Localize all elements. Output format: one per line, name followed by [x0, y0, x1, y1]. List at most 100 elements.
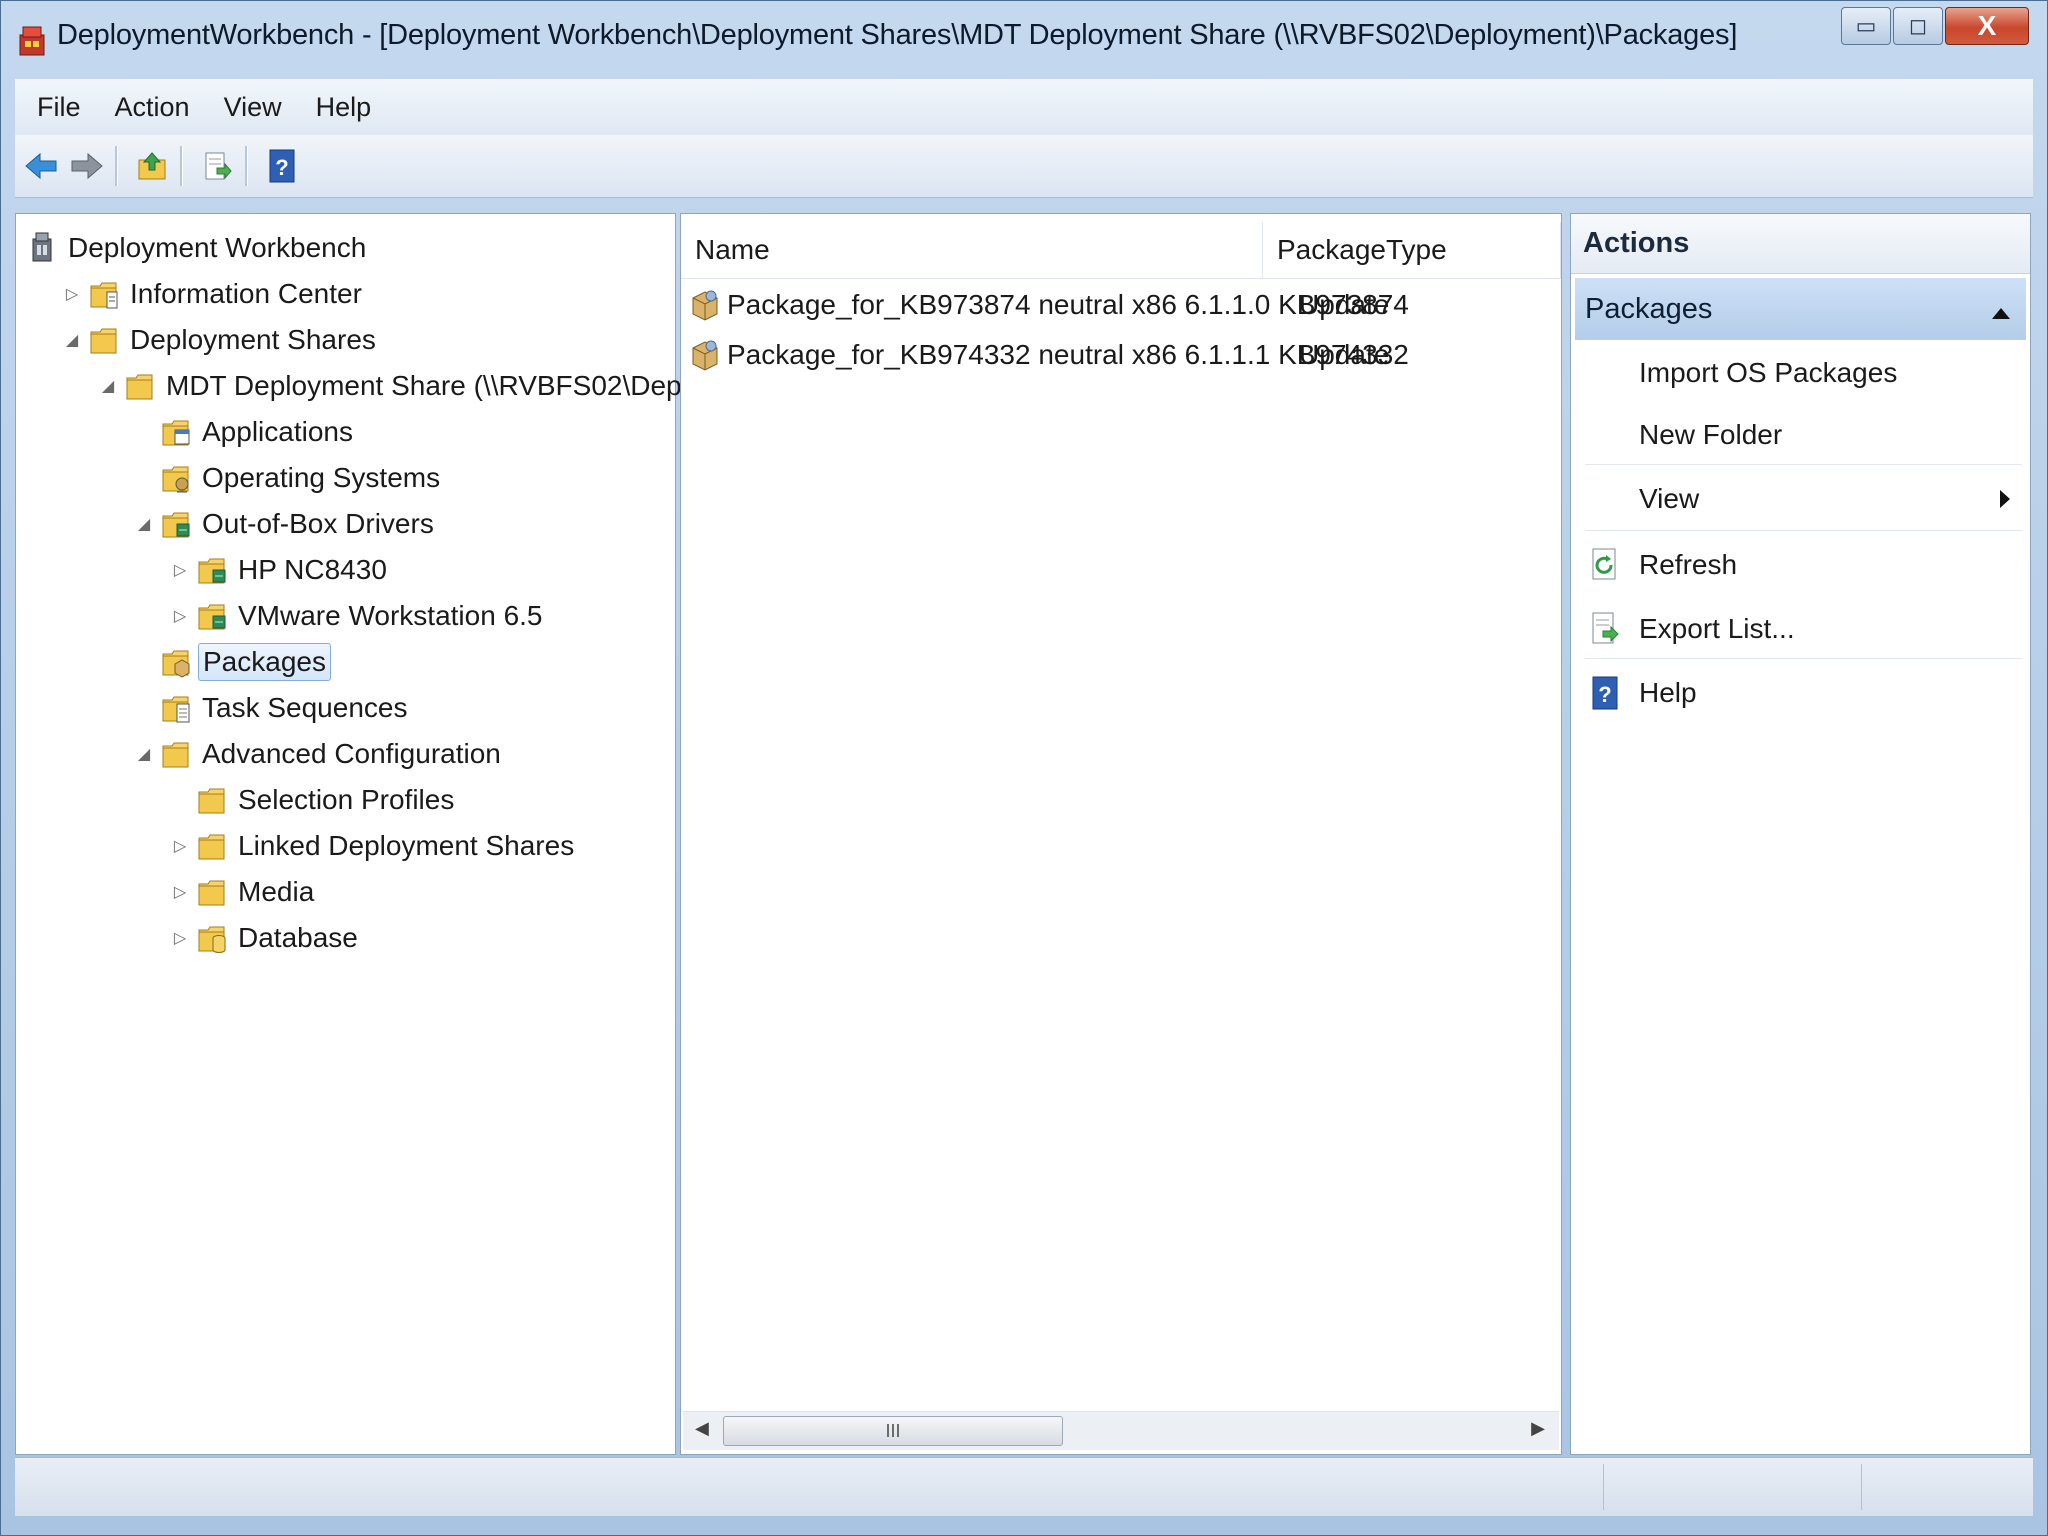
maximize-button[interactable]: ◻: [1893, 7, 1943, 45]
column-header-name[interactable]: Name: [681, 222, 1263, 278]
scroll-thumb[interactable]: III: [723, 1416, 1063, 1446]
expand-triangle-icon[interactable]: ▷: [170, 882, 190, 902]
actions-divider: [1585, 464, 2022, 465]
back-arrow-icon[interactable]: [21, 143, 61, 189]
scroll-left-arrow-icon[interactable]: ◀: [695, 1418, 709, 1439]
svg-text:?: ?: [1598, 682, 1611, 707]
scroll-right-arrow-icon[interactable]: ▶: [1531, 1418, 1545, 1439]
tree-item-packages[interactable]: Packages: [134, 640, 331, 684]
action-export-list[interactable]: Export List...: [1575, 600, 2026, 658]
tree-item-deployment-shares[interactable]: ◢ Deployment Shares: [62, 318, 380, 362]
expand-triangle-icon[interactable]: ▷: [170, 606, 190, 626]
workbench-icon: [26, 231, 58, 265]
tree-item-label: Database: [238, 922, 358, 953]
window-title: DeploymentWorkbench - [Deployment Workbe…: [57, 19, 1738, 51]
status-bar: [15, 1457, 2033, 1516]
expand-triangle-icon[interactable]: ▷: [170, 928, 190, 948]
menu-action[interactable]: Action: [113, 88, 192, 127]
export-list-icon[interactable]: [197, 143, 237, 189]
forward-arrow-icon[interactable]: [67, 143, 107, 189]
tree-item-advanced-configuration[interactable]: ◢ Advanced Configuration: [134, 732, 505, 776]
tree-item-applications[interactable]: Applications: [134, 410, 357, 454]
tree-item-media[interactable]: ▷ Media: [170, 870, 318, 914]
tree-item-label: Selection Profiles: [238, 784, 455, 815]
folder-icon: [196, 783, 228, 817]
actions-title: Actions: [1571, 214, 2030, 274]
actions-section-label: Packages: [1585, 292, 1713, 325]
action-label: Export List...: [1639, 613, 1795, 644]
actions-divider: [1585, 530, 2022, 531]
collapse-triangle-icon[interactable]: ◢: [98, 376, 118, 396]
folder-drivers-icon: [196, 553, 228, 587]
action-label: Help: [1639, 677, 1697, 708]
action-refresh[interactable]: Refresh: [1575, 536, 2026, 594]
close-button[interactable]: X: [1945, 7, 2029, 45]
up-folder-icon[interactable]: [132, 143, 172, 189]
collapse-triangle-icon[interactable]: ◢: [62, 330, 82, 350]
status-segment: [1603, 1464, 1604, 1510]
tree-item-operating-systems[interactable]: Operating Systems: [134, 456, 444, 500]
folder-info-icon: [88, 277, 120, 311]
navigation-tree-pane[interactable]: Deployment Workbench ▷ Information Center ◢…: [15, 213, 789, 1455]
table-row[interactable]: Package_for_KB974332 neutral x86 6.1.1.1…: [689, 332, 1409, 378]
menu-help[interactable]: Help: [314, 88, 374, 127]
folder-icon: [160, 737, 192, 771]
folder-tasks-icon: [160, 691, 192, 725]
action-import-os-packages[interactable]: Import OS Packages: [1575, 344, 2026, 402]
collapse-up-arrow-icon[interactable]: [1990, 296, 2012, 329]
folder-icon: [196, 875, 228, 909]
deployment-workbench-app-icon[interactable]: [17, 23, 47, 57]
folder-drivers-icon: [160, 507, 192, 541]
tree-item-out-of-box-drivers[interactable]: ◢ Out-of-Box Drivers: [134, 502, 438, 546]
title-bar[interactable]: DeploymentWorkbench - [Deployment Workbe…: [1, 1, 2047, 75]
folder-db-icon: [196, 921, 228, 955]
menu-file[interactable]: File: [35, 88, 83, 127]
help-icon: ?: [1585, 673, 1625, 713]
action-view[interactable]: View: [1575, 470, 2026, 528]
collapse-triangle-icon[interactable]: ◢: [134, 744, 154, 764]
results-list-pane[interactable]: Name PackageType Package_for_KB973874 ne…: [680, 213, 1562, 1455]
action-label: View: [1639, 483, 1700, 514]
folder-icon: [124, 369, 156, 403]
header-divider: [681, 278, 1561, 279]
actions-section-packages[interactable]: Packages: [1575, 278, 2026, 340]
refresh-icon: [1585, 545, 1625, 585]
action-label: Import OS Packages: [1639, 357, 1898, 388]
package-type-cell: Update: [1299, 289, 1390, 320]
tree-item-label: HP NC8430: [238, 554, 387, 585]
menu-view[interactable]: View: [222, 88, 284, 127]
tree-item-label: VMware Workstation 6.5: [238, 600, 543, 631]
collapse-triangle-icon[interactable]: ◢: [134, 514, 154, 534]
tree-item-label: Task Sequences: [202, 692, 408, 723]
actions-pane: Actions Packages Import OS Packages New …: [1570, 213, 2031, 1455]
folder-apps-icon: [160, 415, 192, 449]
tree-item-hp-nc8430[interactable]: ▷ HP NC8430: [170, 548, 391, 592]
package-name-cell: Package_for_KB974332 neutral x86 6.1.1.1…: [727, 339, 1409, 370]
toolbar-separator: [245, 146, 248, 186]
tree-item-deployment-workbench[interactable]: Deployment Workbench: [26, 226, 370, 270]
action-new-folder[interactable]: New Folder: [1575, 406, 2026, 464]
tree-item-selection-profiles[interactable]: Selection Profiles: [170, 778, 458, 822]
tree-item-label: Deployment Workbench: [68, 232, 367, 263]
tree-item-label: Media: [238, 876, 315, 907]
help-icon[interactable]: ?: [262, 143, 302, 189]
tree-item-label: Packages: [198, 643, 331, 681]
folder-os-icon: [160, 461, 192, 495]
expand-triangle-icon[interactable]: ▷: [170, 836, 190, 856]
table-row[interactable]: Package_for_KB973874 neutral x86 6.1.1.0…: [689, 282, 1409, 328]
tree-item-task-sequences[interactable]: Task Sequences: [134, 686, 411, 730]
minimize-button[interactable]: ▭: [1841, 7, 1891, 45]
tree-item-vmware-workstation-6-5[interactable]: ▷ VMware Workstation 6.5: [170, 594, 547, 638]
action-label: New Folder: [1639, 419, 1783, 450]
expand-triangle-icon[interactable]: ▷: [62, 284, 82, 304]
expand-triangle-icon[interactable]: ▷: [170, 560, 190, 580]
tree-item-linked-deployment-shares[interactable]: ▷ Linked Deployment Shares: [170, 824, 578, 868]
tree-item-label: Deployment Shares: [130, 324, 376, 355]
column-header-packagetype[interactable]: PackageType: [1263, 222, 1561, 278]
action-help[interactable]: ? Help: [1575, 664, 2026, 722]
folder-drivers-icon: [196, 599, 228, 633]
horizontal-scrollbar[interactable]: ◀ III ▶: [683, 1411, 1559, 1450]
tree-item-information-center[interactable]: ▷ Information Center: [62, 272, 366, 316]
tree-item-database[interactable]: ▷ Database: [170, 916, 362, 960]
caption-buttons: ▭ ◻ X: [1839, 7, 2029, 45]
